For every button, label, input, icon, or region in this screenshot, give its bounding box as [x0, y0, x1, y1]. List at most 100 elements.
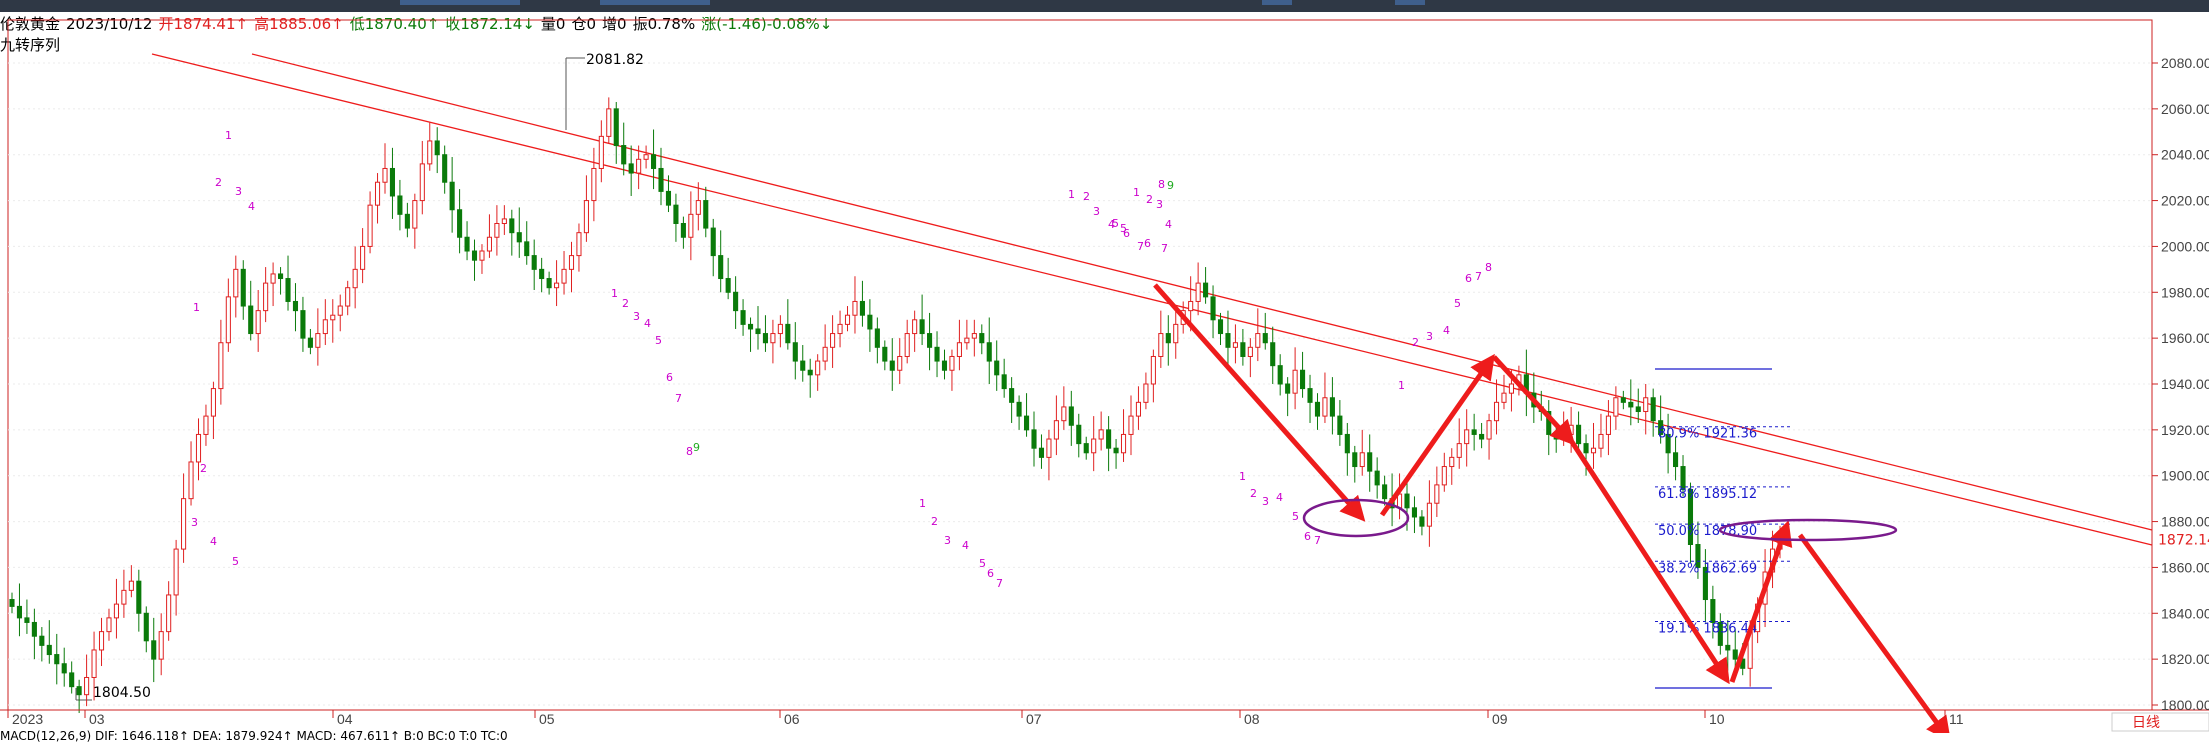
- candle: [837, 310, 843, 348]
- x-tick-label: 09: [1492, 711, 1508, 727]
- candle: [1203, 267, 1209, 304]
- td-count: 5: [232, 555, 239, 568]
- td-count: 8: [1485, 261, 1492, 274]
- y-tick-label: 2000.00: [2161, 238, 2209, 254]
- high-annotation: 2081.82: [586, 52, 644, 68]
- candle: [1292, 347, 1298, 410]
- td-count: 7: [1475, 270, 1482, 283]
- candle: [598, 120, 604, 183]
- candle: [39, 627, 45, 662]
- candle: [151, 617, 157, 683]
- candle: [1456, 418, 1462, 469]
- candle: [1217, 312, 1224, 346]
- td-count: 5: [979, 557, 986, 570]
- candle: [457, 189, 463, 254]
- td-count: 2: [200, 462, 207, 475]
- candle: [1434, 466, 1440, 517]
- td-count: 2: [1250, 487, 1257, 500]
- candle: [1098, 411, 1104, 451]
- candle: [442, 145, 448, 194]
- td-count: 3: [235, 185, 242, 198]
- candle: [188, 441, 194, 506]
- candle: [1426, 480, 1432, 547]
- candle: [1016, 395, 1022, 430]
- candle: [1038, 434, 1045, 469]
- candle: [1411, 496, 1418, 534]
- period-label: 日线: [2132, 715, 2160, 731]
- candle: [785, 299, 791, 350]
- td-count: 2: [622, 297, 629, 310]
- candle: [777, 315, 783, 348]
- candle: [755, 306, 761, 350]
- y-tick-label: 2020.00: [2161, 193, 2209, 209]
- candle: [1613, 386, 1619, 430]
- candle: [710, 218, 716, 277]
- candle: [651, 129, 657, 190]
- td-count: 5: [1454, 297, 1461, 310]
- td-count: 4: [248, 200, 255, 213]
- candle: [643, 145, 649, 169]
- candle: [218, 319, 224, 405]
- td-count: 7: [1161, 242, 1168, 255]
- candle: [300, 296, 306, 352]
- candlestick-chart[interactable]: 2081.82 1804.50 80.9% 1921.36 61.8% 1895.1…: [0, 0, 2209, 742]
- candle: [128, 565, 134, 598]
- td-count: 3: [1426, 330, 1433, 343]
- fib-label: 61.8% 1895.12: [1658, 487, 1757, 502]
- candle: [1486, 413, 1492, 460]
- candle: [919, 294, 925, 346]
- candle: [292, 283, 299, 332]
- candle: [374, 173, 381, 224]
- candle: [181, 473, 187, 563]
- candle: [800, 345, 806, 382]
- td-count: 2: [1146, 193, 1153, 206]
- candle: [471, 239, 478, 281]
- candle: [1210, 285, 1216, 339]
- candle: [941, 349, 948, 380]
- candle: [1165, 315, 1171, 366]
- candle: [136, 569, 142, 632]
- candle: [16, 583, 23, 637]
- candle: [1605, 400, 1611, 456]
- td-count: 4: [644, 317, 651, 330]
- candle: [479, 244, 485, 274]
- candle: [1329, 377, 1335, 435]
- candle: [203, 404, 209, 446]
- candle: [1225, 310, 1231, 371]
- candle: [867, 299, 873, 352]
- candle: [352, 246, 358, 309]
- candle: [1053, 395, 1059, 456]
- candle: [1322, 372, 1328, 423]
- candle: [725, 257, 731, 300]
- candle: [1628, 379, 1634, 426]
- y-tick-label: 1940.00: [2161, 376, 2209, 392]
- y-tick-label: 1880.00: [2161, 514, 2209, 530]
- candle: [1501, 374, 1507, 410]
- td-count: 8: [686, 445, 693, 458]
- candle: [1150, 349, 1156, 403]
- candle: [1270, 326, 1276, 384]
- x-tick-label: 06: [784, 711, 800, 727]
- candle: [1255, 308, 1261, 362]
- candle: [121, 569, 127, 618]
- candle: [591, 147, 597, 222]
- candle: [859, 280, 865, 327]
- candle: [1471, 413, 1477, 451]
- candle: [404, 202, 410, 238]
- candle: [113, 578, 119, 639]
- candle: [270, 262, 276, 307]
- candle: [1135, 386, 1141, 430]
- candle: [486, 214, 492, 258]
- candle: [822, 324, 828, 371]
- x-tick-label: 05: [539, 711, 555, 727]
- candle: [852, 276, 858, 334]
- td-count: 1: [611, 287, 618, 300]
- candle: [1300, 351, 1306, 398]
- candle: [1143, 372, 1149, 410]
- td-count: 6: [987, 567, 994, 580]
- candle: [84, 654, 90, 707]
- candle: [1419, 510, 1425, 536]
- candle: [307, 328, 313, 355]
- y-tick-label: 2040.00: [2161, 147, 2209, 163]
- candle: [1352, 445, 1358, 483]
